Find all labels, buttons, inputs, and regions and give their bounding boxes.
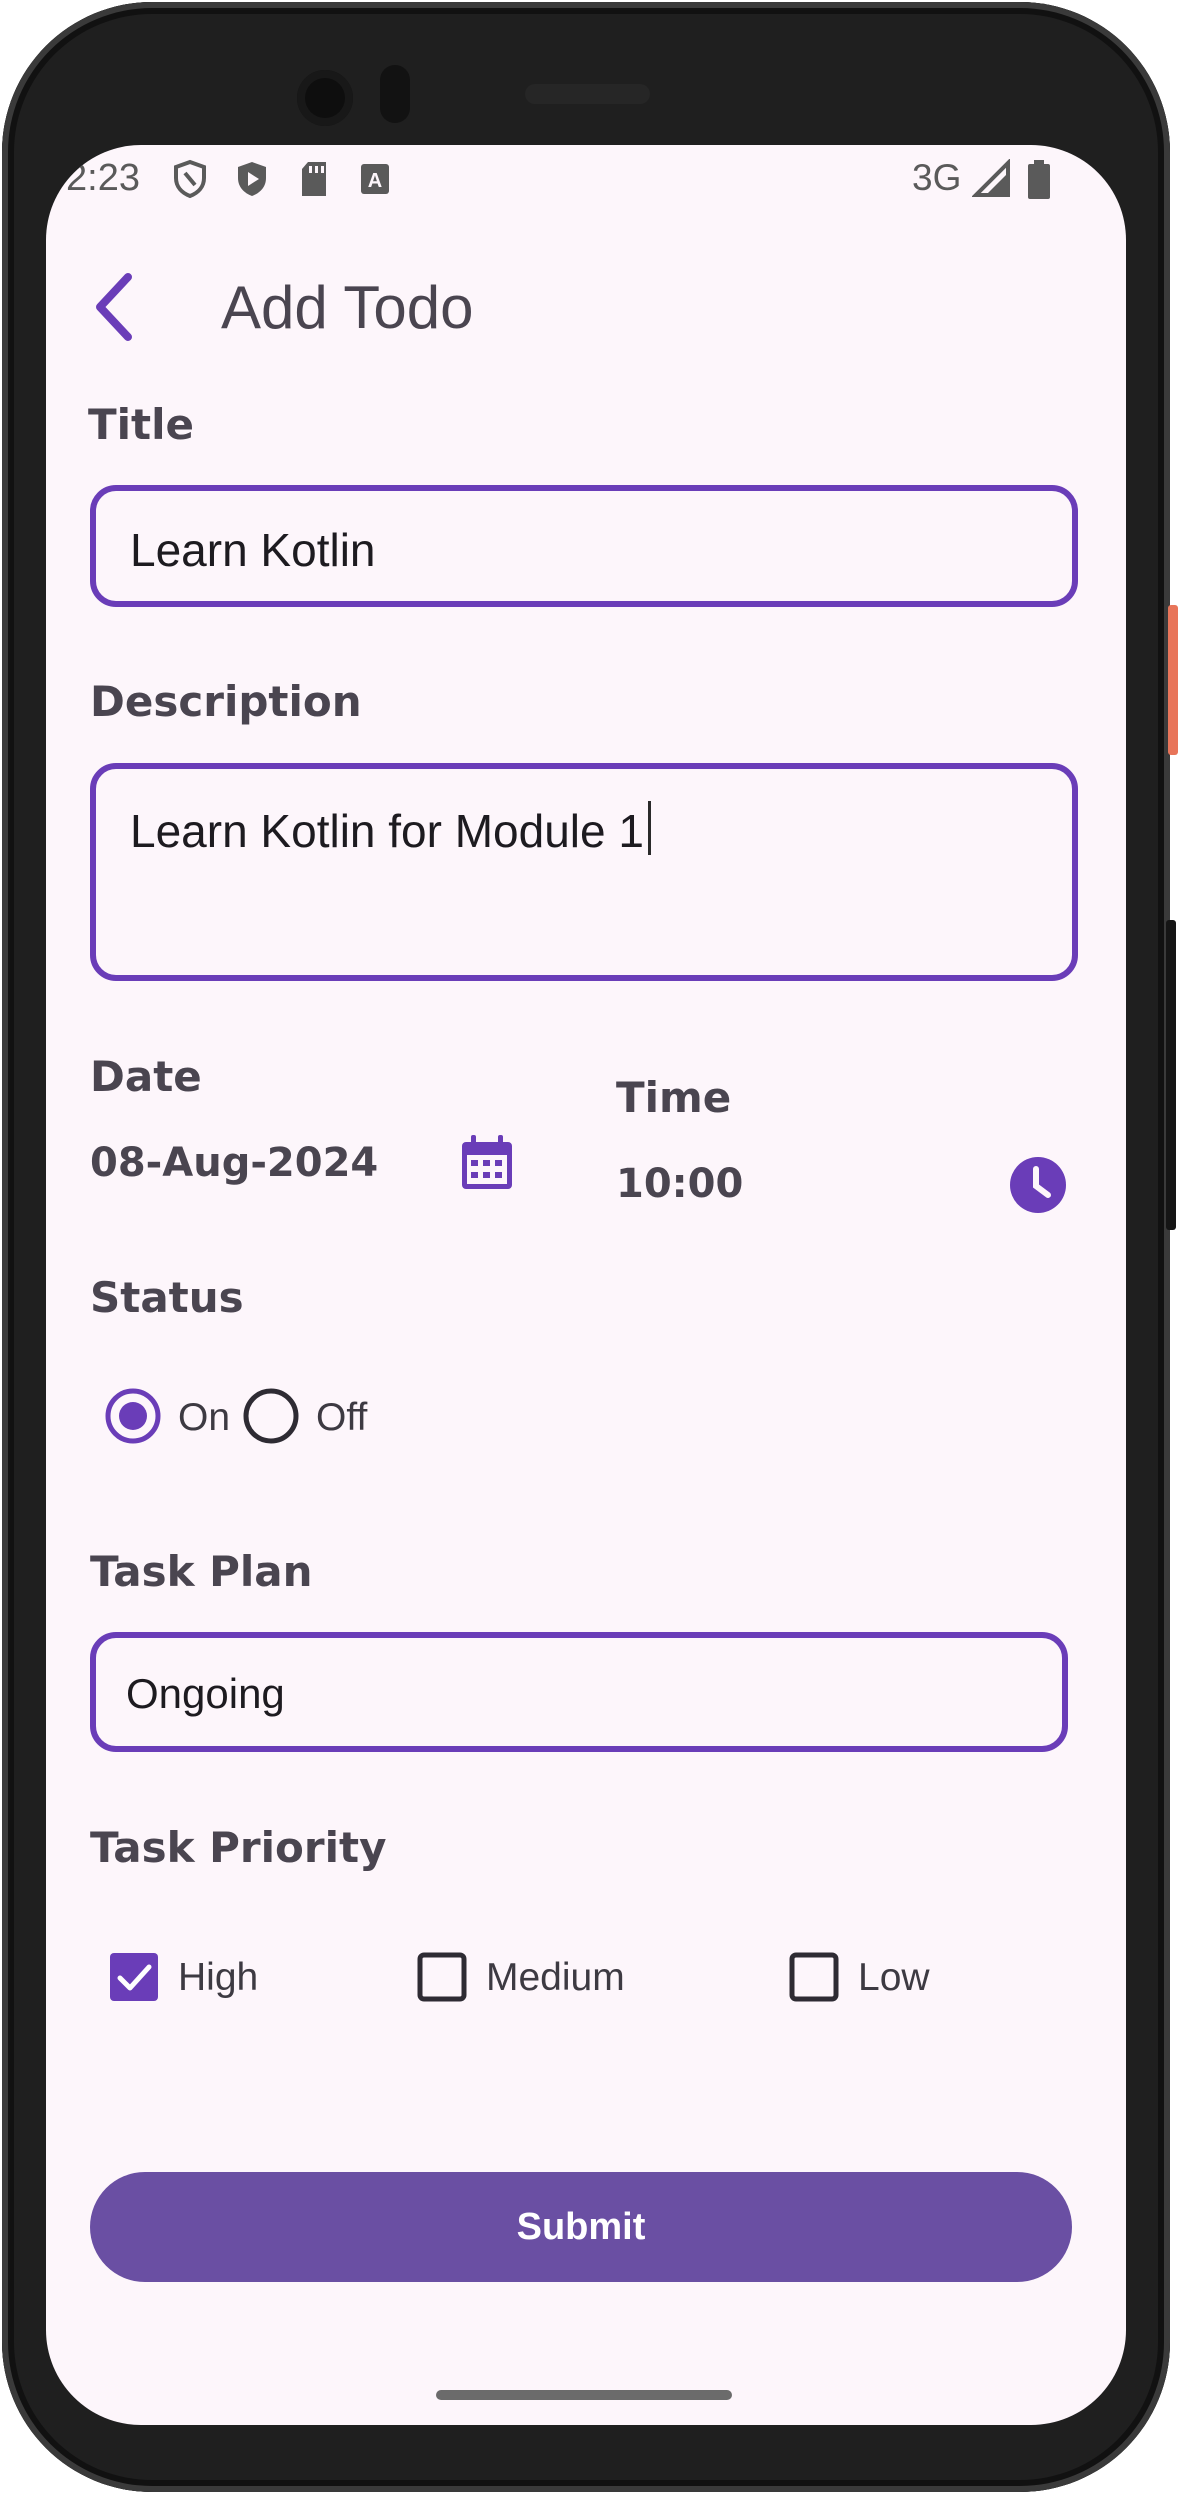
page-title: Add Todo xyxy=(221,274,474,341)
title-label: Title xyxy=(88,400,195,449)
proximity-sensor xyxy=(380,65,410,123)
battery-icon xyxy=(1028,160,1050,199)
priority-low-label: Low xyxy=(858,1956,930,1999)
title-input-value: Learn Kotlin xyxy=(130,524,376,576)
svg-text:A: A xyxy=(368,170,382,192)
volume-button xyxy=(1166,920,1176,1230)
submit-button[interactable]: Submit xyxy=(90,2172,1072,2282)
back-button[interactable] xyxy=(86,267,146,347)
priority-high-checkbox[interactable] xyxy=(108,1951,160,2003)
task-plan-label: Task Plan xyxy=(90,1547,313,1596)
priority-low-checkbox[interactable] xyxy=(788,1951,840,2003)
description-input-wrap: Learn Kotlin for Module 1 xyxy=(130,801,651,858)
shield-play-icon xyxy=(238,162,266,196)
radio-selected-icon xyxy=(105,1388,161,1444)
chevron-left-icon xyxy=(96,273,132,341)
priority-medium-label: Medium xyxy=(486,1956,625,1999)
status-off-label: Off xyxy=(316,1396,368,1439)
task-plan-value: Ongoing xyxy=(126,1670,285,1717)
task-plan-field[interactable]: Ongoing xyxy=(90,1632,1068,1752)
checkbox-checked-icon xyxy=(110,1953,158,2001)
status-off-radio[interactable] xyxy=(242,1387,300,1445)
description-label: Description xyxy=(90,677,362,726)
status-on-radio[interactable] xyxy=(104,1387,162,1445)
sd-card-icon xyxy=(302,162,326,196)
submit-label: Submit xyxy=(516,2205,646,2248)
status-on-label: On xyxy=(178,1396,231,1439)
description-field[interactable]: Learn Kotlin for Module 1 xyxy=(90,763,1078,981)
title-field[interactable]: Learn Kotlin xyxy=(90,485,1078,607)
text-cursor xyxy=(647,801,651,855)
earpiece-speaker xyxy=(525,84,650,104)
checkbox-unchecked-icon xyxy=(789,1952,839,2002)
task-priority-label: Task Priority xyxy=(90,1823,387,1872)
priority-high-label: High xyxy=(178,1956,259,1999)
checkbox-unchecked-icon xyxy=(417,1952,467,2002)
font-a-icon: A xyxy=(361,164,389,194)
calendar-icon xyxy=(462,1135,512,1189)
clock-icon xyxy=(1010,1157,1066,1213)
signal-icon xyxy=(972,159,1010,197)
time-label: Time xyxy=(616,1073,732,1122)
priority-medium-checkbox[interactable] xyxy=(416,1951,468,2003)
time-picker-button[interactable] xyxy=(1008,1155,1068,1215)
shield-outline-icon xyxy=(174,159,206,199)
status-label: Status xyxy=(90,1273,244,1322)
time-value: 10:00 xyxy=(616,1161,744,1207)
date-value: 08-Aug-2024 xyxy=(90,1140,379,1186)
description-input-value: Learn Kotlin for Module 1 xyxy=(130,805,644,857)
front-camera xyxy=(297,70,353,126)
status-time: 2:23 xyxy=(66,157,140,199)
date-picker-button[interactable] xyxy=(458,1133,516,1193)
status-bar: 2:23 A 3G xyxy=(46,145,1126,215)
home-indicator[interactable] xyxy=(436,2390,732,2400)
app-screen: 2:23 A 3G Add Todo Title Learn Kotlin De… xyxy=(46,145,1126,2425)
date-label: Date xyxy=(90,1052,202,1101)
power-button xyxy=(1168,605,1178,755)
network-type: 3G xyxy=(912,157,962,198)
radio-unselected-icon xyxy=(243,1388,299,1444)
